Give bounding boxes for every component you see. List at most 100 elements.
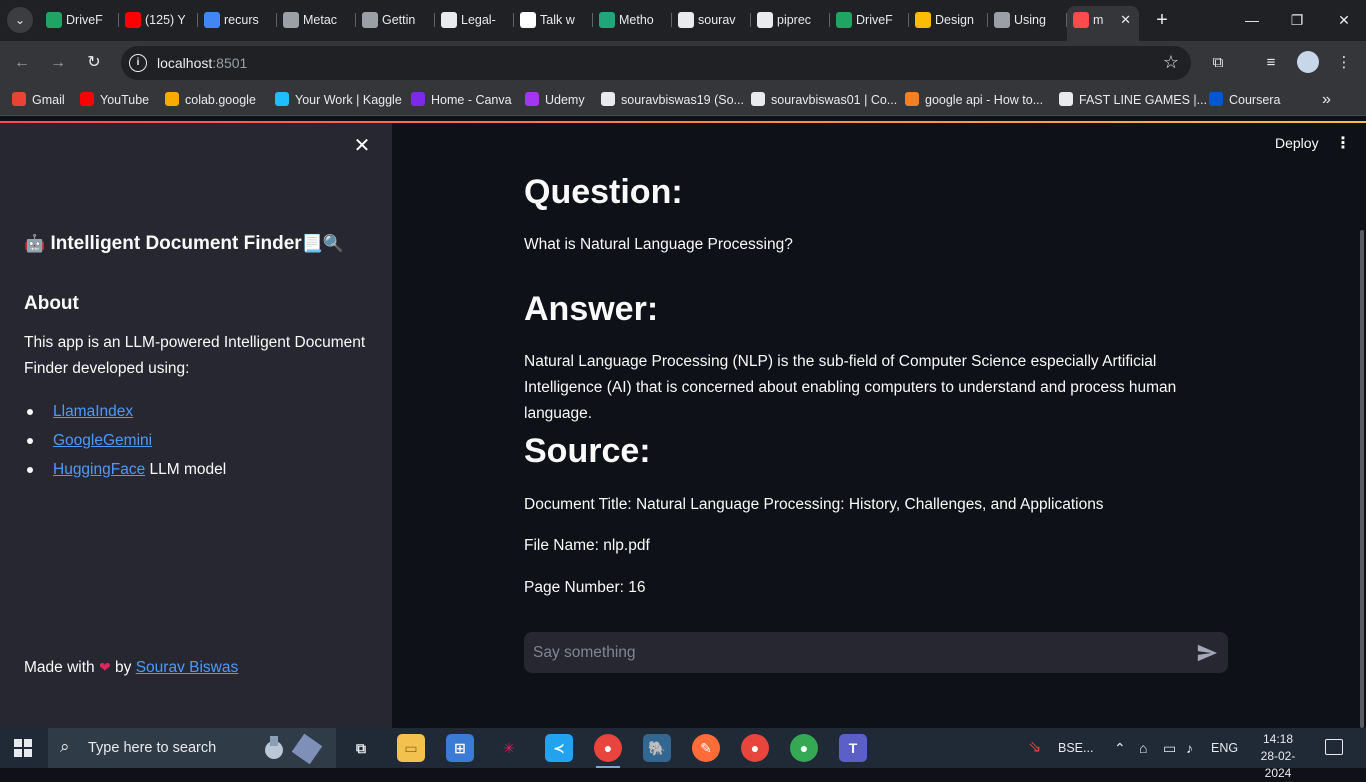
file-explorer-icon[interactable]: ▭ — [397, 734, 425, 762]
stock-widget-label[interactable]: BSE... — [1058, 728, 1093, 768]
store-icon[interactable]: ⊞ — [446, 734, 474, 762]
bookmark-label: colab.google — [185, 93, 256, 107]
task-view-icon[interactable]: ⧉ — [347, 734, 375, 762]
papers-icon — [599, 12, 615, 28]
clock-date: 28-02-2024 — [1260, 749, 1296, 780]
tab-label: Using — [1014, 13, 1046, 27]
language-indicator[interactable]: ENG — [1211, 728, 1238, 768]
browser-tab[interactable]: Metac — [277, 6, 356, 34]
slack-icon[interactable]: ✳ — [495, 734, 523, 762]
tab-label: m — [1093, 13, 1104, 27]
browser-tab[interactable]: Legal- — [435, 6, 514, 34]
llamaindex-link[interactable]: LlamaIndex — [53, 403, 133, 420]
bookmark-favicon-icon — [1059, 92, 1073, 106]
bookmark-star-icon[interactable]: ☆ — [1163, 52, 1179, 73]
bookmark-item[interactable]: FAST LINE GAMES |... — [1059, 84, 1207, 116]
bookmark-favicon-icon — [411, 92, 425, 106]
search-icon: ⌕ — [60, 737, 70, 756]
bookmark-item[interactable]: Home - Canva — [411, 84, 512, 116]
huggingface-link[interactable]: HuggingFace — [53, 461, 145, 478]
author-link[interactable]: Sourav Biswas — [136, 659, 239, 676]
browser-tab[interactable]: Gettin — [356, 6, 435, 34]
postgres-icon[interactable]: 🐘 — [643, 734, 671, 762]
chrome-profile-icon[interactable]: ● — [741, 734, 769, 762]
stock-chart-icon[interactable]: ⇘ — [1028, 728, 1041, 768]
windows-taskbar: ⌕ Type here to search ⧉ ▭ ⊞ ✳ ≺ ● 🐘 ✎ ● … — [0, 728, 1366, 780]
browser-tab[interactable]: Design — [909, 6, 988, 34]
browser-toolbar: ← → ↻ i localhost:8501 ☆ ⧉ ≡ ⋮ — [0, 41, 1366, 84]
box-icon — [757, 12, 773, 28]
browser-tab[interactable]: Talk w — [514, 6, 593, 34]
browser-tab[interactable]: recurs — [198, 6, 277, 34]
site-info-icon[interactable]: i — [129, 54, 147, 72]
taskbar-search[interactable]: ⌕ Type here to search — [48, 728, 336, 768]
notification-icon[interactable] — [1325, 739, 1343, 755]
document-icon — [283, 12, 299, 28]
network-icon[interactable]: ⌂ — [1139, 728, 1147, 768]
close-window-button[interactable]: ✕ — [1329, 8, 1359, 32]
back-button[interactable]: ← — [9, 50, 35, 76]
bookmark-item[interactable]: colab.google — [165, 84, 256, 116]
bookmark-label: YouTube — [100, 93, 150, 107]
url-text[interactable]: localhost:8501 — [157, 46, 247, 80]
media-control-icon[interactable]: ≡ — [1260, 52, 1282, 74]
browser-tab[interactable]: Metho — [593, 6, 672, 34]
browser-tab[interactable]: (125) Y — [119, 6, 198, 34]
close-tab-icon[interactable]: ✕ — [1120, 6, 1131, 34]
bookmark-label: Home - Canva — [431, 93, 512, 107]
more-bookmarks-icon[interactable]: » — [1322, 84, 1331, 116]
googlegemini-link[interactable]: GoogleGemini — [53, 432, 152, 449]
chrome-second-profile-icon[interactable]: ● — [790, 734, 818, 762]
system-clock[interactable]: 14:18 28-02-2024 — [1249, 731, 1307, 782]
profile-avatar[interactable] — [1297, 51, 1319, 73]
main-menu-icon[interactable]: ⋮ — [1335, 133, 1351, 153]
windows-start-icon[interactable] — [14, 739, 32, 757]
question-heading: Question: — [524, 173, 683, 211]
volume-icon[interactable]: ♪ — [1186, 728, 1193, 768]
google-drive-icon — [46, 12, 62, 28]
tab-label: recurs — [224, 13, 259, 27]
bookmark-item[interactable]: Coursera — [1209, 84, 1280, 116]
bookmark-item[interactable]: Gmail — [12, 84, 65, 116]
extensions-icon[interactable]: ⧉ — [1207, 52, 1229, 74]
vscode-icon[interactable]: ≺ — [545, 734, 573, 762]
github-icon — [678, 12, 694, 28]
address-bar[interactable]: i localhost:8501 ☆ — [121, 46, 1191, 80]
scrollbar[interactable] — [1360, 230, 1364, 728]
browser-tab[interactable]: Using — [988, 6, 1067, 34]
postman-icon[interactable]: ✎ — [692, 734, 720, 762]
bookmark-item[interactable]: souravbiswas01 | Co... — [751, 84, 897, 116]
browser-tab[interactable]: DriveF — [40, 6, 119, 34]
display-icon[interactable]: ▭ — [1163, 728, 1176, 768]
teams-icon[interactable]: T — [839, 734, 867, 762]
send-icon[interactable] — [1196, 642, 1218, 664]
bookmark-item[interactable]: YouTube — [80, 84, 149, 116]
deploy-button[interactable]: Deploy — [1275, 135, 1319, 151]
browser-tab[interactable]: m ✕ — [1067, 6, 1139, 41]
browser-menu-icon[interactable]: ⋮ — [1333, 52, 1355, 74]
browser-tab[interactable]: sourav — [672, 6, 751, 34]
tray-overflow-icon[interactable]: ⌃ — [1114, 728, 1126, 768]
reload-button[interactable]: ↻ — [81, 50, 107, 76]
bookmark-item[interactable]: Your Work | Kaggle — [275, 84, 402, 116]
browser-tab[interactable]: DriveF — [830, 6, 909, 34]
bookmark-item[interactable]: souravbiswas19 (So... — [601, 84, 744, 116]
tab-search-button[interactable]: ⌄ — [7, 7, 33, 33]
new-tab-button[interactable]: + — [1152, 8, 1172, 32]
bookmark-label: Coursera — [1229, 93, 1281, 107]
bookmark-label: Your Work | Kaggle — [295, 93, 402, 107]
chat-input[interactable] — [524, 632, 1184, 673]
google-icon — [204, 12, 220, 28]
taskbar-search-placeholder: Type here to search — [88, 740, 217, 756]
browser-tab[interactable]: piprec — [751, 6, 830, 34]
bookmark-item[interactable]: Udemy — [525, 84, 585, 116]
minimize-button[interactable]: — — [1237, 8, 1267, 32]
bookmark-item[interactable]: google api - How to... — [905, 84, 1043, 116]
forward-button[interactable]: → — [45, 50, 71, 76]
list-item: GoogleGemini — [24, 426, 226, 455]
footer-by: by — [115, 659, 132, 676]
chrome-icon[interactable]: ● — [594, 734, 622, 768]
close-sidebar-button[interactable]: ✕ — [351, 135, 373, 157]
bookmark-favicon-icon — [751, 92, 765, 106]
maximize-button[interactable]: ❐ — [1282, 8, 1312, 32]
